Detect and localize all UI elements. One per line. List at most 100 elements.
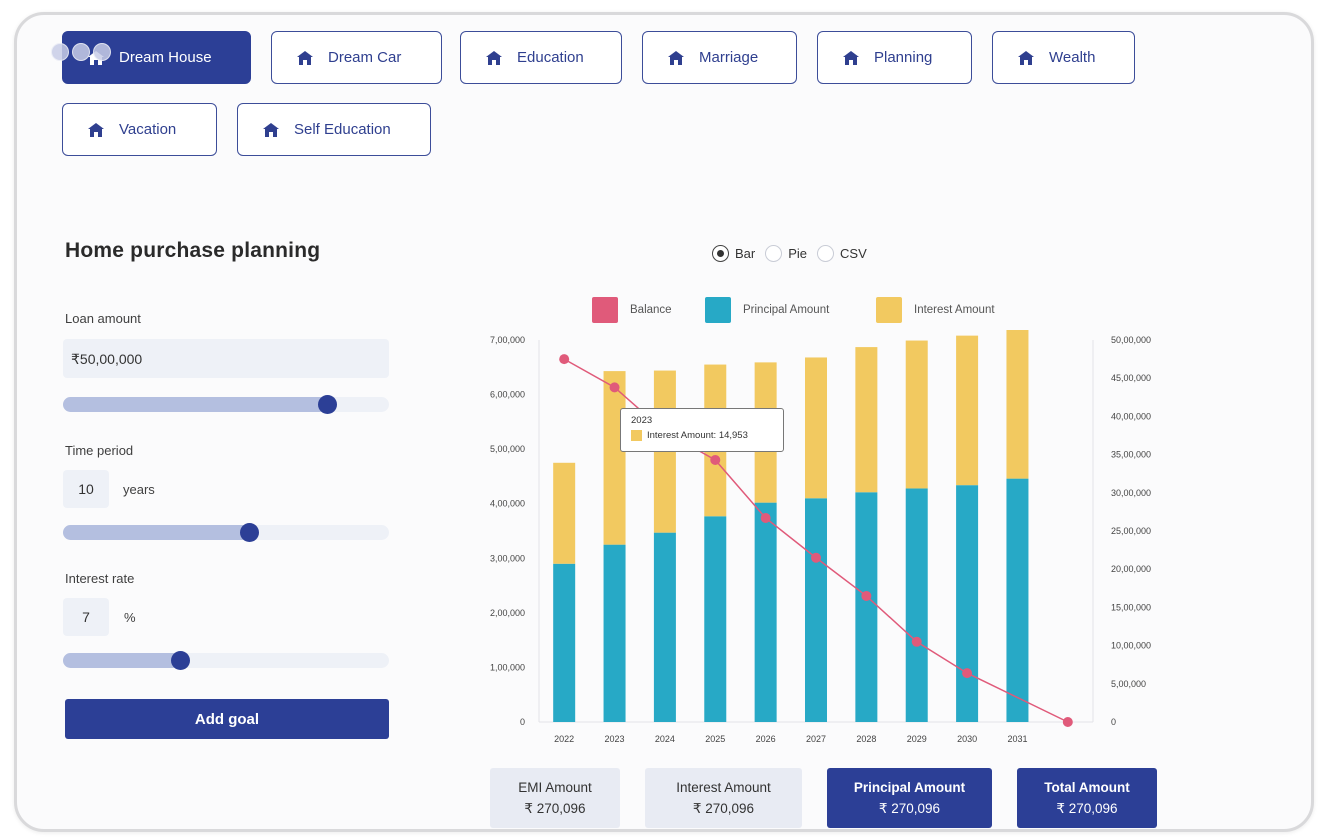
y-right-tick-label: 30,00,000 (1111, 488, 1151, 498)
x-tick-label: 2022 (554, 734, 574, 744)
house-icon (486, 50, 502, 65)
tab-label: Planning (874, 49, 933, 66)
tab-label: Dream House (119, 49, 212, 66)
x-tick-label: 2028 (856, 734, 876, 744)
bar-principal (553, 563, 576, 722)
tooltip-swatch (631, 430, 642, 441)
y-right-tick-label: 35,00,000 (1111, 450, 1151, 460)
radio-bar[interactable]: Bar (712, 245, 755, 262)
card-title: Principal Amount (853, 779, 966, 795)
card-value: ₹ 270,096 (524, 800, 586, 816)
slider-thumb[interactable] (318, 395, 338, 414)
radio-pie[interactable]: Pie (765, 245, 807, 262)
loan-amount-slider[interactable] (63, 395, 389, 414)
tab-dream-car[interactable]: Dream Car (271, 31, 442, 84)
bar-interest (956, 335, 979, 486)
principal-amount-card: Principal Amount ₹ 270,096 (827, 768, 992, 828)
dot (72, 43, 90, 61)
radio-label: CSV (840, 246, 867, 261)
tab-label: Education (517, 49, 584, 66)
card-value: ₹ 270,096 (692, 800, 755, 816)
interest-rate-slider[interactable] (63, 651, 389, 670)
x-tick-label: 2030 (957, 734, 977, 744)
bar-principal (704, 516, 727, 722)
tab-label: Marriage (699, 49, 759, 66)
house-icon (297, 50, 313, 65)
bar-interest (603, 371, 626, 545)
interest-amount-card: Interest Amount ₹ 270,096 (645, 768, 802, 828)
add-goal-button[interactable]: Add goal (65, 699, 389, 739)
bar-principal (855, 492, 878, 722)
window-dots (51, 43, 114, 61)
total-amount-card: Total Amount ₹ 270,096 (1017, 768, 1157, 828)
app-frame: Dream House Dream Car Education Marriage… (14, 12, 1314, 832)
balance-point (559, 354, 570, 365)
x-tick-label: 2023 (605, 734, 625, 744)
time-period-input[interactable]: 10 (63, 470, 109, 508)
y-left-tick-label: 3,00,000 (490, 553, 525, 563)
legend-swatch (876, 297, 902, 323)
house-icon (88, 122, 104, 137)
radio-label: Bar (735, 246, 756, 261)
bar-principal (754, 502, 777, 722)
card-title: EMI Amount (518, 779, 592, 795)
tab-label: Self Education (294, 121, 391, 138)
slider-fill (63, 653, 181, 668)
interest-rate-input[interactable]: 7 (63, 598, 109, 636)
tab-education[interactable]: Education (460, 31, 622, 84)
bar-interest (855, 347, 878, 493)
tab-wealth[interactable]: Wealth (992, 31, 1135, 84)
tab-label: Vacation (119, 121, 177, 138)
tab-planning[interactable]: Planning (817, 31, 972, 84)
balance-point (1062, 717, 1073, 727)
radio-label: Pie (788, 246, 808, 261)
legend-principal[interactable]: Principal Amount (705, 297, 829, 323)
y-right-tick-label: 25,00,000 (1111, 526, 1151, 536)
bar-principal (956, 485, 979, 722)
legend-swatch (705, 297, 731, 323)
loan-chart: 7,00,000 6,00,000 5,00,000 4,00,000 3,00,000… (490, 330, 1151, 744)
y-left-tick-label: 7,00,000 (490, 335, 525, 345)
page-title: Home purchase planning (65, 239, 321, 262)
slider-thumb[interactable] (171, 651, 191, 670)
view-toggle: Bar Pie CSV (712, 245, 867, 262)
house-icon (668, 50, 684, 65)
bar-interest (1006, 330, 1029, 479)
x-tick-label: 2027 (806, 734, 826, 744)
balance-point (811, 552, 821, 563)
tab-vacation[interactable]: Vacation (62, 103, 217, 156)
radio-csv[interactable]: CSV (817, 245, 867, 262)
y-left-tick-label: 4,00,000 (490, 499, 525, 509)
legend-label: Balance (630, 304, 672, 316)
x-tick-label: 2029 (907, 734, 927, 744)
bar-interest (805, 357, 827, 499)
x-tick-label: 2031 (1007, 734, 1027, 744)
balance-point (861, 590, 872, 601)
slider-thumb[interactable] (239, 523, 259, 542)
y-left-tick-label: 0 (520, 717, 525, 727)
tab-label: Dream Car (328, 49, 402, 66)
loan-amount-input[interactable]: ₹50,00,000 (63, 339, 389, 378)
interest-rate-label: Interest rate (65, 571, 135, 586)
legend-label: Principal Amount (743, 304, 830, 316)
y-right-tick-label: 50,00,000 (1111, 335, 1151, 345)
tab-marriage[interactable]: Marriage (642, 31, 797, 84)
tooltip-year: 2023 (631, 415, 653, 426)
card-title: Interest Amount (676, 779, 771, 795)
slider-fill (63, 525, 249, 540)
card-value: ₹ 270,096 (878, 800, 941, 816)
tab-label: Wealth (1049, 49, 1096, 66)
y-right-tick-label: 45,00,000 (1111, 373, 1151, 383)
y-left-tick-label: 5,00,000 (490, 444, 525, 454)
tab-self-education[interactable]: Self Education (237, 103, 431, 156)
house-icon (263, 122, 279, 137)
legend-interest[interactable]: Interest Amount (876, 297, 995, 323)
balance-point (609, 382, 620, 393)
legend-balance[interactable]: Balance (592, 297, 672, 323)
bar-principal (805, 498, 827, 722)
bar-principal (905, 488, 928, 722)
bar-principal (1006, 478, 1029, 722)
time-period-slider[interactable] (63, 523, 389, 542)
dot (51, 43, 69, 61)
chart-tooltip: 2023 Interest Amount: 14,953 (620, 408, 784, 452)
